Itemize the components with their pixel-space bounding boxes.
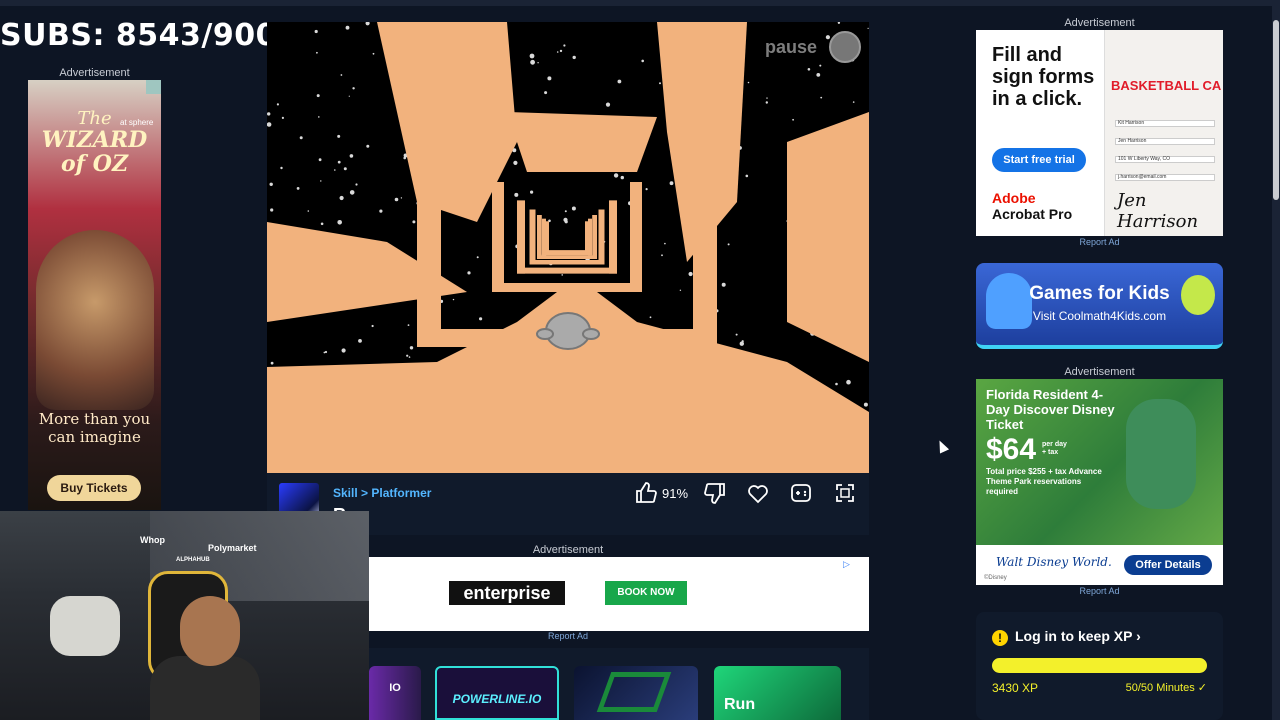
related-game-label: IO: [389, 682, 401, 694]
pause-button[interactable]: [829, 31, 861, 63]
disney-details: Total price $255 + tax Advance Theme Par…: [986, 467, 1102, 496]
pause-label[interactable]: pause: [765, 37, 817, 58]
acrobat-document-image: BASKETBALL CA Kit Harrison Jen Harrison …: [1104, 30, 1223, 236]
left-ad[interactable]: The WIZARD of OZ at sphere More than you…: [28, 80, 161, 510]
doc-title: BASKETBALL CA: [1111, 78, 1222, 93]
ad-tagline: More than you can imagine: [38, 410, 151, 446]
like-control[interactable]: 91%: [633, 481, 689, 505]
related-game-tile[interactable]: Run: [714, 666, 841, 720]
bottom-ad[interactable]: enterprise BOOK NOW ▷: [369, 557, 869, 631]
subs-counter: SUBS: 8543/9000: [0, 18, 299, 53]
bottom-ad-label: Advertisement: [532, 544, 604, 556]
scrollbar-thumb[interactable]: [1273, 20, 1279, 200]
xp-points: 3430 XP: [992, 681, 1039, 695]
disney-headline: Florida Resident 4-Day Discover Disney T…: [986, 387, 1115, 432]
related-game-tile[interactable]: [574, 666, 698, 720]
webcam-object: [50, 596, 120, 656]
report-ad-link[interactable]: Report Ad: [369, 631, 767, 641]
thumbs-down-icon: [704, 483, 725, 504]
doc-field: Jen Harrison: [1115, 138, 1215, 145]
webcam-overlay: Whop Polymarket ALPHAHUB: [0, 511, 369, 720]
tile-art: [596, 672, 672, 712]
acrobat-brand: Adobe: [992, 190, 1036, 206]
wall-sign: ALPHAHUB: [176, 557, 210, 563]
game-canvas[interactable]: pause: [267, 22, 869, 473]
ad-sub: at sphere: [120, 118, 154, 127]
start-free-trial-button[interactable]: Start free trial: [992, 148, 1086, 172]
kids-title: Games for Kids: [1029, 283, 1170, 304]
wall-sign: Whop: [140, 535, 165, 545]
coolmath4kids-banner[interactable]: Games for Kids Visit Coolmath4Kids.com: [976, 263, 1223, 349]
enterprise-logo: enterprise: [449, 581, 565, 605]
related-games-row: IO POWERLINE.IO Run: [369, 648, 869, 720]
doc-field: Kit Harrison: [1115, 120, 1215, 127]
thumbs-up-icon: [636, 482, 657, 503]
ad-choices-icon[interactable]: ▷: [843, 559, 855, 569]
character-image: [1126, 399, 1196, 509]
mouse-cursor-icon: [934, 438, 950, 454]
report-ad-link[interactable]: Report Ad: [976, 237, 1223, 247]
offer-details-button[interactable]: Offer Details: [1124, 555, 1212, 575]
doc-field: j.harrison@email.com: [1115, 174, 1215, 181]
breadcrumb-category[interactable]: Skill: [333, 486, 358, 500]
streamer-face: [180, 596, 240, 666]
doc-field: 101 W Liberty Way, CO: [1115, 156, 1215, 163]
xp-progress-fill: [992, 658, 1207, 673]
ad-title-big: WIZARD of OZ: [41, 127, 148, 177]
acrobat-headline: Fill and sign forms in a click.: [992, 44, 1095, 110]
report-ad-link[interactable]: Report Ad: [976, 586, 1223, 596]
player-character: [536, 312, 600, 350]
kids-subtitle: Visit Coolmath4Kids.com: [1032, 309, 1167, 323]
related-game-label: POWERLINE.IO: [452, 692, 542, 706]
related-game-tile[interactable]: POWERLINE.IO: [435, 666, 559, 720]
right-ad-label: Advertisement: [1064, 17, 1135, 29]
disney-logo: Walt Disney World.: [996, 555, 1112, 569]
like-percent: 91%: [661, 485, 689, 501]
left-ad-label: Advertisement: [59, 67, 130, 79]
disney-price: $64: [986, 433, 1037, 466]
disney-footer: Walt Disney World. ©Disney Offer Details: [976, 545, 1223, 585]
disney-ad[interactable]: Florida Resident 4-Day Discover Disney T…: [976, 379, 1223, 585]
acrobat-brand-product: Acrobat Pro: [992, 206, 1073, 222]
game-tunnel: [267, 22, 869, 473]
gamepad-icon: [791, 484, 811, 502]
buy-tickets-button[interactable]: Buy Tickets: [47, 475, 141, 501]
xp-minutes: 50/50 Minutes ✓: [1125, 682, 1207, 694]
related-game-tile[interactable]: IO: [369, 666, 421, 720]
login-to-keep-xp-link[interactable]: Log in to keep XP ›: [1015, 628, 1141, 644]
warning-icon: !: [992, 630, 1008, 646]
enterprise-text: enterprise: [463, 583, 551, 603]
wall-sign: Polymarket: [208, 543, 257, 553]
breadcrumb: Skill > Platformer: [333, 486, 431, 500]
fullscreen-button[interactable]: [833, 481, 857, 505]
top-border: [0, 0, 1280, 6]
disney-price-unit: per day + tax: [1042, 441, 1067, 456]
book-now-button[interactable]: BOOK NOW: [605, 581, 687, 605]
related-game-label: Run: [724, 696, 756, 713]
heart-icon: [748, 485, 768, 504]
doc-signature: Jen Harrison: [1117, 190, 1199, 232]
ad-choices-icon[interactable]: [146, 80, 161, 94]
disney-copyright: ©Disney: [984, 575, 1007, 581]
xp-progress-bar: [992, 658, 1207, 673]
page-scrollbar[interactable]: [1272, 0, 1280, 720]
snow-globe-image: [36, 230, 154, 410]
breadcrumb-separator: >: [361, 486, 369, 500]
dislike-button[interactable]: [703, 481, 727, 505]
fullscreen-icon: [836, 484, 854, 502]
controls-button[interactable]: [789, 481, 813, 505]
xp-panel: ! Log in to keep XP › 3430 XP 50/50 Minu…: [976, 612, 1223, 720]
right-ad-label: Advertisement: [1064, 366, 1135, 378]
favorite-button[interactable]: [746, 481, 770, 505]
acrobat-ad[interactable]: Fill and sign forms in a click. Start fr…: [976, 30, 1223, 236]
breadcrumb-subcategory[interactable]: Platformer: [371, 486, 431, 500]
